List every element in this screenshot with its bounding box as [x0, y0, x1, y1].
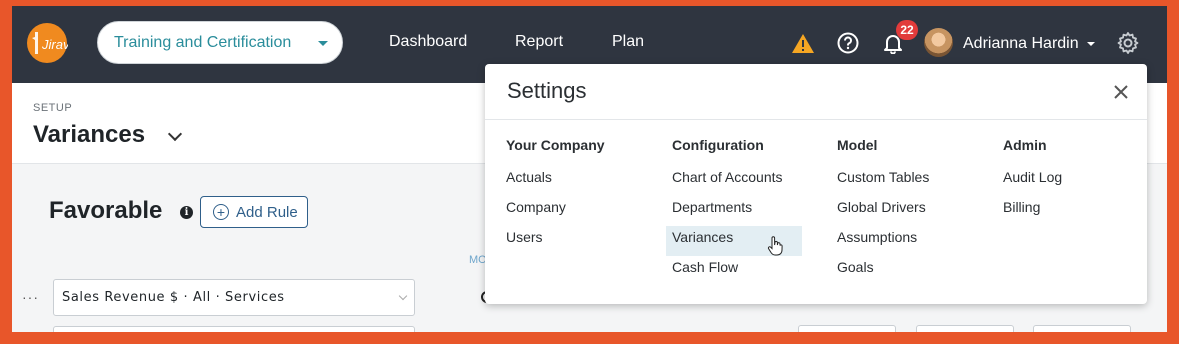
rule-account-select[interactable]: [53, 326, 415, 332]
settings-column-model: Model Custom Tables Global Drivers Assum…: [837, 137, 929, 289]
user-name[interactable]: Adrianna Hardin: [963, 35, 1079, 53]
settings-dropdown-panel: Settings Your Company Actuals Company Us…: [485, 64, 1147, 304]
settings-column-admin: Admin Audit Log Billing: [1003, 137, 1062, 229]
chevron-down-icon: [398, 291, 408, 301]
row-actions-icon[interactable]: ···: [22, 289, 39, 305]
settings-column-configuration: Configuration Chart of Accounts Departme…: [672, 137, 783, 289]
app-window: Jirav Training and Certification Dashboa…: [12, 6, 1167, 332]
rule-account-select-value: Sales Revenue $ · All · Services: [62, 290, 285, 305]
avatar[interactable]: [924, 28, 953, 57]
close-icon[interactable]: [1113, 84, 1129, 100]
menu-item-cash-flow[interactable]: Cash Flow: [672, 259, 783, 289]
workspace-selector[interactable]: Training and Certification: [97, 21, 343, 64]
hand-pointer-cursor-icon: [767, 236, 783, 256]
add-rule-button[interactable]: + Add Rule: [200, 196, 308, 228]
nav-dashboard[interactable]: Dashboard: [389, 33, 467, 51]
menu-item-company[interactable]: Company: [506, 199, 605, 229]
rule-account-select[interactable]: Sales Revenue $ · All · Services: [53, 279, 415, 316]
menu-item-variances[interactable]: Variances: [672, 229, 783, 259]
menu-item-actuals[interactable]: Actuals: [506, 169, 605, 199]
threshold-input[interactable]: [916, 325, 1014, 332]
menu-item-audit-log[interactable]: Audit Log: [1003, 169, 1062, 199]
menu-item-billing[interactable]: Billing: [1003, 199, 1062, 229]
user-menu-chevron-icon[interactable]: [1087, 42, 1095, 46]
add-rule-label: Add Rule: [236, 204, 298, 221]
workspace-selector-label: Training and Certification: [114, 34, 292, 51]
menu-item-global-drivers[interactable]: Global Drivers: [837, 199, 929, 229]
column-heading: Configuration: [672, 137, 764, 153]
nav-plan[interactable]: Plan: [612, 33, 644, 51]
jirav-logo[interactable]: Jirav: [26, 18, 68, 68]
notification-count-badge: 22: [896, 20, 918, 40]
screenshot-frame: Jirav Training and Certification Dashboa…: [0, 0, 1179, 344]
help-icon[interactable]: [837, 32, 859, 54]
menu-item-users[interactable]: Users: [506, 229, 605, 259]
plus-circle-icon: +: [213, 204, 229, 220]
logo-wordmark: Jirav: [41, 37, 68, 52]
page-title: Variances: [33, 121, 146, 148]
column-heading: Your Company: [506, 137, 605, 153]
breadcrumb: SETUP: [33, 102, 73, 114]
settings-column-your-company: Your Company Actuals Company Users: [506, 137, 605, 259]
menu-item-custom-tables[interactable]: Custom Tables: [837, 169, 929, 199]
menu-item-chart-of-accounts[interactable]: Chart of Accounts: [672, 169, 783, 199]
nav-report[interactable]: Report: [515, 33, 563, 51]
favorable-heading: Favorable: [49, 197, 163, 224]
chevron-down-icon: [318, 41, 328, 46]
column-heading: Model: [837, 137, 878, 153]
info-icon[interactable]: i: [180, 206, 193, 219]
menu-item-assumptions[interactable]: Assumptions: [837, 229, 929, 259]
warning-icon[interactable]: [791, 33, 815, 54]
menu-item-departments[interactable]: Departments: [672, 199, 783, 229]
gear-icon[interactable]: [1116, 31, 1140, 55]
threshold-input[interactable]: [798, 325, 896, 332]
column-heading: Admin: [1003, 137, 1047, 153]
divider: [485, 119, 1147, 120]
menu-item-goals[interactable]: Goals: [837, 259, 929, 289]
settings-title: Settings: [507, 78, 587, 103]
chevron-down-icon[interactable]: [167, 126, 183, 142]
threshold-input[interactable]: [1033, 325, 1131, 332]
